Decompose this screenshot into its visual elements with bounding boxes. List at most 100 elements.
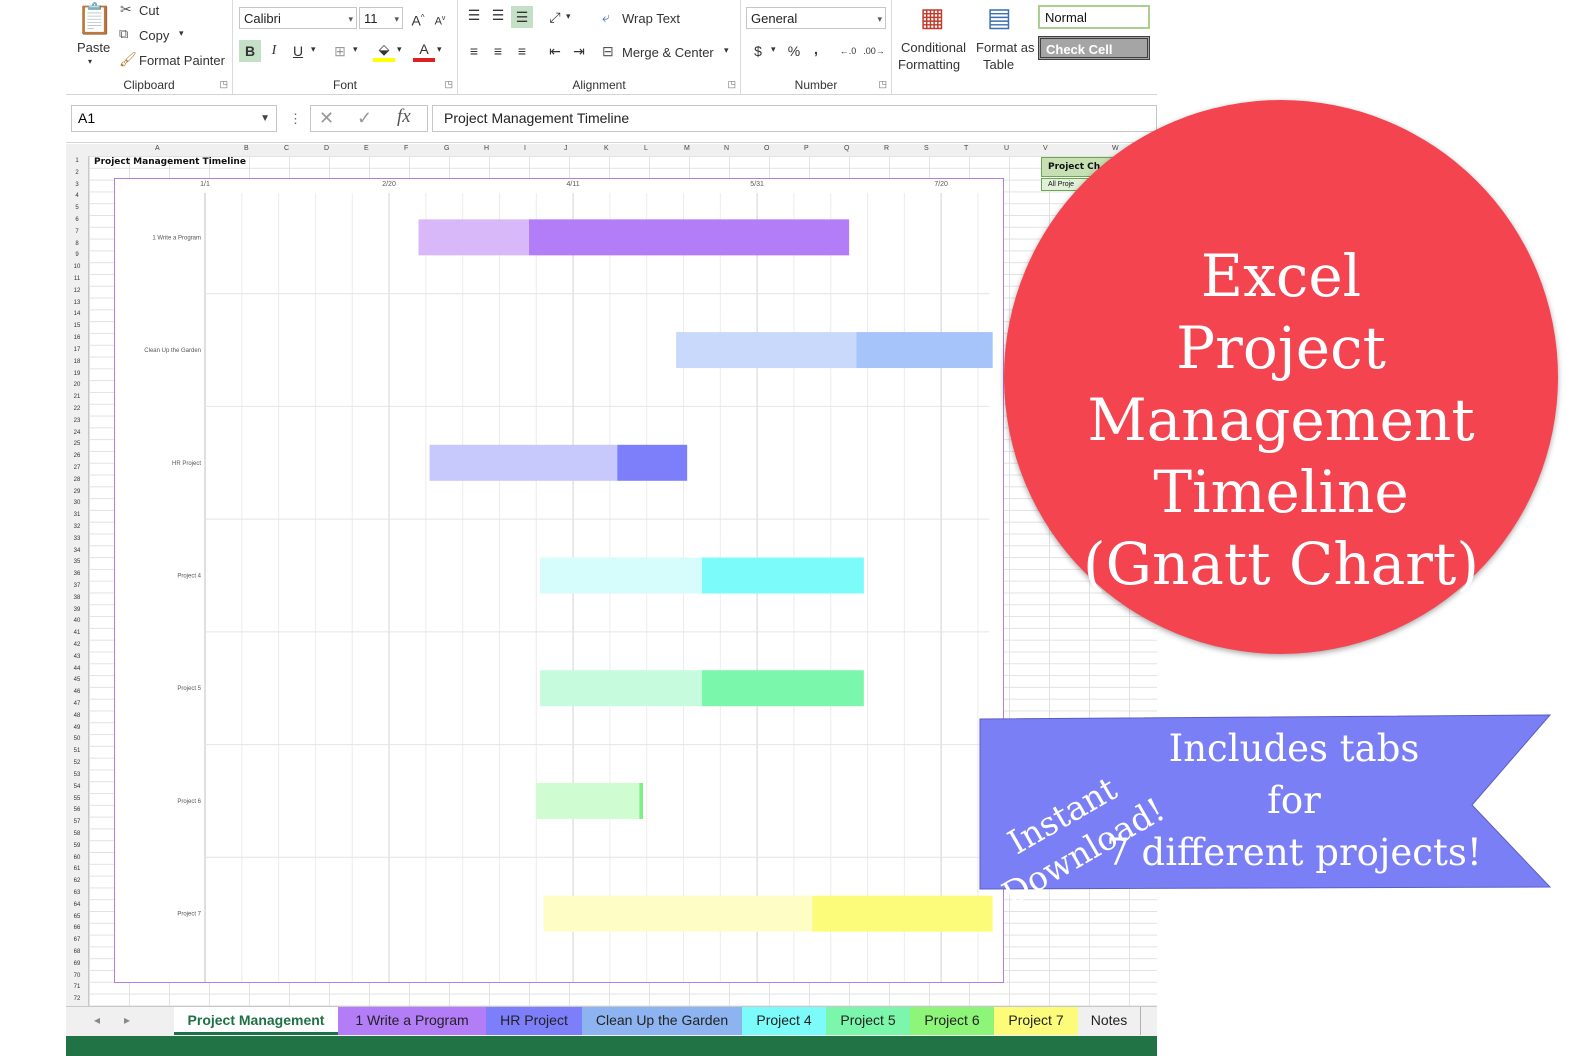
column-header[interactable]: U: [1004, 145, 1009, 152]
align-middle-icon[interactable]: ☰: [487, 4, 509, 26]
row-header[interactable]: 14: [66, 311, 88, 317]
row-header[interactable]: 64: [66, 902, 88, 908]
row-header[interactable]: 2: [66, 170, 88, 176]
align-bottom-icon[interactable]: ☰: [511, 6, 533, 28]
wrap-text-icon[interactable]: ⤶: [602, 9, 610, 26]
grow-font-button[interactable]: A^: [407, 7, 429, 29]
row-header[interactable]: 20: [66, 382, 88, 388]
paste-dropdown-icon[interactable]: ▾: [88, 57, 92, 66]
more-options-icon[interactable]: ⋮: [289, 111, 302, 127]
row-header[interactable]: 72: [66, 996, 88, 1002]
paste-icon[interactable]: 📋: [76, 2, 113, 37]
row-header[interactable]: 6: [66, 217, 88, 223]
column-header[interactable]: M: [684, 145, 690, 152]
orientation-dropdown-icon[interactable]: ▾: [566, 11, 571, 22]
align-center-icon[interactable]: ≡: [487, 40, 509, 62]
row-header[interactable]: 65: [66, 914, 88, 920]
currency-dropdown-icon[interactable]: ▾: [771, 44, 776, 55]
sheet-tab[interactable]: Project 6: [910, 1007, 995, 1035]
column-header[interactable]: B: [244, 145, 249, 152]
font-size-combo[interactable]: 11 ▾: [359, 7, 403, 29]
row-header[interactable]: 9: [66, 252, 88, 258]
align-right-icon[interactable]: ≡: [511, 40, 533, 62]
row-header[interactable]: 66: [66, 925, 88, 931]
column-header[interactable]: I: [524, 145, 526, 152]
currency-button[interactable]: $: [747, 40, 769, 62]
align-top-icon[interactable]: ☰: [463, 4, 485, 26]
row-header[interactable]: 23: [66, 418, 88, 424]
underline-dropdown-icon[interactable]: ▾: [311, 44, 316, 55]
row-header[interactable]: 44: [66, 666, 88, 672]
name-box[interactable]: A1 ▼: [71, 105, 277, 132]
sheet-tab[interactable]: HR Project: [486, 1007, 583, 1035]
row-header[interactable]: 8: [66, 241, 88, 247]
column-header[interactable]: F: [404, 145, 408, 152]
row-header[interactable]: 34: [66, 548, 88, 554]
row-header[interactable]: 7: [66, 229, 88, 235]
column-header[interactable]: R: [884, 145, 889, 152]
merge-center-icon[interactable]: ⊟: [602, 43, 614, 60]
column-header[interactable]: C: [284, 145, 289, 152]
row-header[interactable]: 69: [66, 961, 88, 967]
row-header[interactable]: 61: [66, 866, 88, 872]
row-header[interactable]: 21: [66, 394, 88, 400]
merge-dropdown-icon[interactable]: ▾: [724, 45, 729, 56]
cut-button[interactable]: Cut: [139, 3, 159, 18]
format-painter-icon[interactable]: 🖌: [119, 51, 137, 68]
row-header[interactable]: 54: [66, 784, 88, 790]
column-header[interactable]: A: [155, 145, 160, 152]
sheet-tab[interactable]: Clean Up the Garden: [582, 1007, 743, 1035]
column-header[interactable]: Q: [844, 145, 849, 152]
style-normal[interactable]: Normal: [1038, 5, 1150, 29]
column-header[interactable]: T: [964, 145, 968, 152]
row-header[interactable]: 55: [66, 796, 88, 802]
tab-scroll-left-icon[interactable]: ◂: [94, 1013, 100, 1027]
row-header[interactable]: 18: [66, 359, 88, 365]
row-header[interactable]: 1: [66, 158, 88, 164]
column-header[interactable]: H: [484, 145, 489, 152]
row-header[interactable]: 16: [66, 335, 88, 341]
sheet-tab[interactable]: Project 5: [826, 1007, 911, 1035]
borders-icon[interactable]: ⊞: [329, 40, 351, 62]
percent-button[interactable]: %: [783, 40, 805, 62]
conditional-button[interactable]: Conditional: [901, 40, 966, 55]
sheet-tab[interactable]: Project 7: [994, 1007, 1079, 1035]
row-header[interactable]: 49: [66, 725, 88, 731]
shrink-font-button[interactable]: Av: [429, 8, 451, 30]
row-header[interactable]: 32: [66, 524, 88, 530]
row-header[interactable]: 47: [66, 701, 88, 707]
column-header[interactable]: P: [804, 145, 809, 152]
column-header[interactable]: L: [644, 145, 648, 152]
column-header[interactable]: V: [1043, 145, 1048, 152]
orientation-icon[interactable]: ⤢: [544, 6, 566, 28]
row-header[interactable]: 12: [66, 288, 88, 294]
copy-icon[interactable]: ⧉: [119, 26, 128, 42]
font-color-icon[interactable]: A: [413, 40, 435, 62]
fill-color-icon[interactable]: ⬙: [373, 40, 395, 62]
row-header[interactable]: 24: [66, 430, 88, 436]
clipboard-launcher-icon[interactable]: ◳: [219, 79, 228, 90]
decrease-decimal-icon[interactable]: .00→: [863, 40, 885, 62]
font-color-dropdown-icon[interactable]: ▾: [437, 44, 442, 55]
row-header[interactable]: 39: [66, 607, 88, 613]
number-launcher-icon[interactable]: ◳: [878, 79, 887, 90]
table-button-label[interactable]: Table: [983, 57, 1014, 72]
column-header[interactable]: S: [924, 145, 929, 152]
formatting-button-label[interactable]: Formatting: [898, 57, 960, 72]
italic-button[interactable]: I: [263, 40, 285, 62]
row-header[interactable]: 45: [66, 677, 88, 683]
format-as-table-icon[interactable]: ▤: [987, 2, 1012, 33]
column-header[interactable]: G: [444, 145, 449, 152]
format-as-button[interactable]: Format as: [976, 40, 1035, 55]
increase-decimal-icon[interactable]: ←.0: [837, 40, 859, 62]
sheet-tab[interactable]: Notes: [1078, 1007, 1141, 1035]
row-header[interactable]: 53: [66, 772, 88, 778]
row-header[interactable]: 46: [66, 689, 88, 695]
row-header[interactable]: 58: [66, 831, 88, 837]
row-header[interactable]: 59: [66, 843, 88, 849]
row-header[interactable]: 28: [66, 477, 88, 483]
tab-scroll-right-icon[interactable]: ▸: [124, 1013, 130, 1027]
number-format-combo[interactable]: General ▾: [746, 7, 886, 29]
sheet-tab[interactable]: Project 4: [742, 1007, 827, 1035]
column-header[interactable]: O: [764, 145, 769, 152]
